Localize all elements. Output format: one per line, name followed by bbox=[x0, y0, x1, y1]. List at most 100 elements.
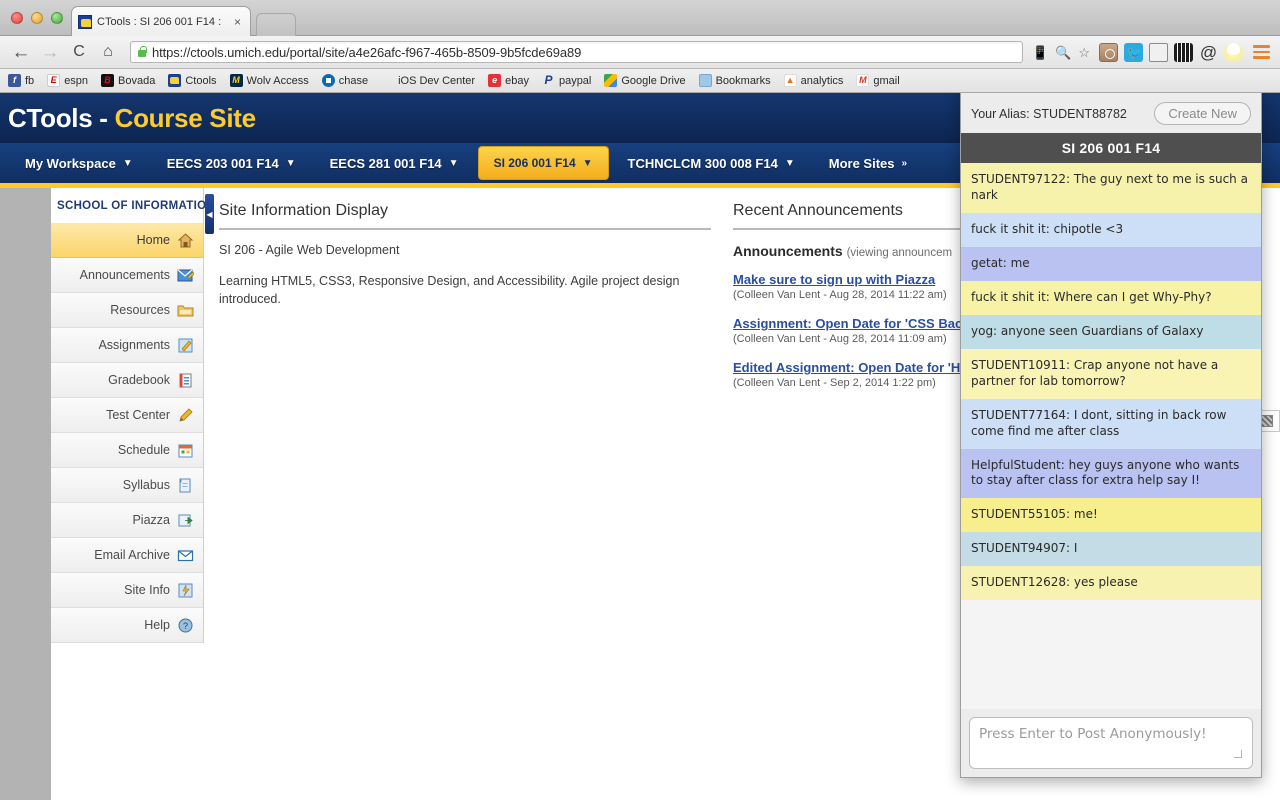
chevron-down-icon: ▼ bbox=[582, 157, 593, 169]
sidebar-item-schedule[interactable]: Schedule bbox=[51, 433, 203, 468]
sidebar-item-help[interactable]: Help ? bbox=[51, 608, 203, 643]
nav-more-sites[interactable]: More Sites » bbox=[814, 147, 922, 180]
nav-eecs-203[interactable]: EECS 203 001 F14 ▼ bbox=[152, 147, 311, 180]
create-new-button[interactable]: Create New bbox=[1154, 102, 1251, 125]
sidebar-item-announcements[interactable]: Announcements bbox=[51, 258, 203, 293]
resize-handle-icon[interactable] bbox=[1234, 750, 1242, 758]
list-item: STUDENT77164: I dont, sitting in back ro… bbox=[961, 398, 1261, 449]
bookmark-analytics[interactable]: ▲ analytics bbox=[783, 74, 844, 87]
back-icon[interactable]: ← bbox=[8, 43, 34, 62]
list-item: STUDENT12628: yes please bbox=[961, 566, 1261, 601]
analytics-icon: ▲ bbox=[783, 74, 797, 87]
external-link-icon bbox=[177, 512, 194, 529]
bookmark-fb[interactable]: f fb bbox=[8, 74, 34, 87]
close-window-button[interactable] bbox=[11, 12, 23, 24]
sidebar-item-resources[interactable]: Resources bbox=[51, 293, 203, 328]
alias-label: Your Alias: STUDENT88782 bbox=[971, 106, 1127, 121]
minimize-window-button[interactable] bbox=[31, 12, 43, 24]
sidebar-item-assignments[interactable]: Assignments bbox=[51, 328, 203, 363]
film-icon[interactable] bbox=[1174, 42, 1193, 62]
bovada-icon: B bbox=[101, 74, 115, 87]
folder-icon bbox=[698, 74, 712, 87]
course-description: Learning HTML5, CSS3, Responsive Design,… bbox=[219, 274, 680, 307]
close-tab-icon[interactable]: × bbox=[231, 16, 244, 28]
search-icon[interactable]: 🔍 bbox=[1055, 46, 1071, 59]
screen-icon[interactable] bbox=[1149, 42, 1168, 62]
nav-eecs-281[interactable]: EECS 281 001 F14 ▼ bbox=[315, 147, 474, 180]
list-item: yog: anyone seen Guardians of Galaxy bbox=[961, 314, 1261, 349]
at-icon[interactable]: @ bbox=[1199, 43, 1218, 62]
maximize-window-button[interactable] bbox=[51, 12, 63, 24]
sidebar-item-label: Help bbox=[144, 618, 170, 632]
nav-si-206[interactable]: SI 206 001 F14 ▼ bbox=[477, 146, 609, 180]
sidebar-item-test-center[interactable]: Test Center bbox=[51, 398, 203, 433]
espn-icon: E bbox=[47, 74, 61, 87]
calendar-icon bbox=[177, 442, 194, 459]
thumbnail-icon bbox=[1261, 415, 1273, 427]
bookmark-ebay[interactable]: e ebay bbox=[488, 74, 529, 87]
star-icon[interactable]: ☆ bbox=[1078, 46, 1090, 59]
message-list[interactable]: STUDENT97122: The guy next to me is such… bbox=[961, 163, 1261, 709]
bookmark-label: gmail bbox=[873, 74, 900, 87]
sidebar-item-piazza[interactable]: Piazza bbox=[51, 503, 203, 538]
nav-tchnclcm-300[interactable]: TCHNCLCM 300 008 F14 ▼ bbox=[613, 147, 810, 180]
assignments-pencil-icon bbox=[177, 337, 194, 354]
pencil-icon bbox=[177, 407, 194, 424]
nav-label: SI 206 001 F14 bbox=[493, 156, 576, 170]
chevron-down-icon: ▼ bbox=[448, 157, 459, 169]
sidebar-item-site-info[interactable]: Site Info bbox=[51, 573, 203, 608]
bookmark-label: analytics bbox=[800, 74, 844, 87]
window-controls[interactable] bbox=[11, 12, 63, 24]
address-bar[interactable]: https://ctools.umich.edu/portal/site/a4e… bbox=[130, 41, 1023, 63]
yogurt-icon[interactable] bbox=[1224, 42, 1243, 62]
tab-strip: CTools : SI 206 001 F14 : × bbox=[0, 0, 1280, 36]
chase-icon bbox=[321, 74, 335, 87]
browser-window: CTools : SI 206 001 F14 : × ← → C ⌂ http… bbox=[0, 0, 1280, 800]
lock-icon bbox=[137, 46, 147, 58]
new-tab-button[interactable] bbox=[256, 13, 296, 36]
bookmark-google-drive[interactable]: Google Drive bbox=[604, 74, 686, 87]
list-item: STUDENT97122: The guy next to me is such… bbox=[961, 163, 1261, 213]
nav-my-workspace[interactable]: My Workspace ▼ bbox=[10, 147, 148, 180]
twitter-icon[interactable] bbox=[1124, 42, 1143, 62]
sidebar-heading: SCHOOL OF INFORMATION bbox=[57, 200, 215, 212]
bookmarks-bar: f fb Eespn B Bovada Ctools M Wolv Access ch… bbox=[0, 69, 1280, 93]
sidebar-item-email-archive[interactable]: Email Archive bbox=[51, 538, 203, 573]
bookmark-ios-dev-center[interactable]:  iOS Dev Center bbox=[381, 74, 475, 87]
nav-label: More Sites bbox=[828, 155, 895, 171]
omnibox-icons: 📱 🔍 ☆ bbox=[1032, 46, 1092, 59]
apple-icon:  bbox=[381, 74, 394, 87]
bookmark-bovada[interactable]: B Bovada bbox=[101, 74, 155, 87]
paypal-icon: P bbox=[544, 73, 553, 87]
bookmark-paypal[interactable]: Ppaypal bbox=[542, 74, 591, 87]
list-item: STUDENT55105: me! bbox=[961, 498, 1261, 533]
bookmark-espn[interactable]: Eespn bbox=[47, 74, 88, 87]
bookmark-wolv-access[interactable]: M Wolv Access bbox=[229, 74, 309, 87]
sidebar-item-home[interactable]: Home bbox=[51, 223, 203, 258]
bookmark-label: espn bbox=[64, 74, 89, 87]
bookmark-label: paypal bbox=[558, 74, 592, 87]
bookmark-chase[interactable]: chase bbox=[321, 74, 368, 87]
chevron-down-icon: ▼ bbox=[122, 157, 133, 169]
menu-icon[interactable] bbox=[1253, 45, 1270, 59]
browser-tab[interactable]: CTools : SI 206 001 F14 : × bbox=[71, 6, 251, 36]
message-input[interactable]: Press Enter to Post Anonymously! bbox=[969, 717, 1253, 769]
bookmark-gmail[interactable]: Mgmail bbox=[856, 74, 900, 87]
svg-text:?: ? bbox=[183, 621, 188, 631]
bookmark-bookmarks[interactable]: Bookmarks bbox=[698, 74, 771, 87]
list-item: STUDENT10911: Crap anyone not have a par… bbox=[961, 348, 1261, 399]
sidebar-item-syllabus[interactable]: Syllabus bbox=[51, 468, 203, 503]
nav-label: My Workspace bbox=[25, 155, 116, 171]
reload-icon[interactable]: C bbox=[66, 44, 92, 60]
bookmark-ctools[interactable]: Ctools bbox=[168, 74, 217, 87]
bookmark-label: Ctools bbox=[185, 74, 217, 87]
sidebar-collapse-handle[interactable]: ◀ bbox=[205, 194, 214, 234]
instagram-icon[interactable] bbox=[1099, 42, 1118, 62]
ebay-icon: e bbox=[488, 74, 502, 87]
sidebar-item-gradebook[interactable]: Gradebook bbox=[51, 363, 203, 398]
announcements-icon bbox=[177, 267, 195, 284]
home-icon[interactable]: ⌂ bbox=[95, 44, 121, 60]
bookmark-label: Wolv Access bbox=[246, 74, 309, 87]
room-title: SI 206 001 F14 bbox=[961, 133, 1261, 163]
devices-icon[interactable]: 📱 bbox=[1032, 46, 1048, 59]
